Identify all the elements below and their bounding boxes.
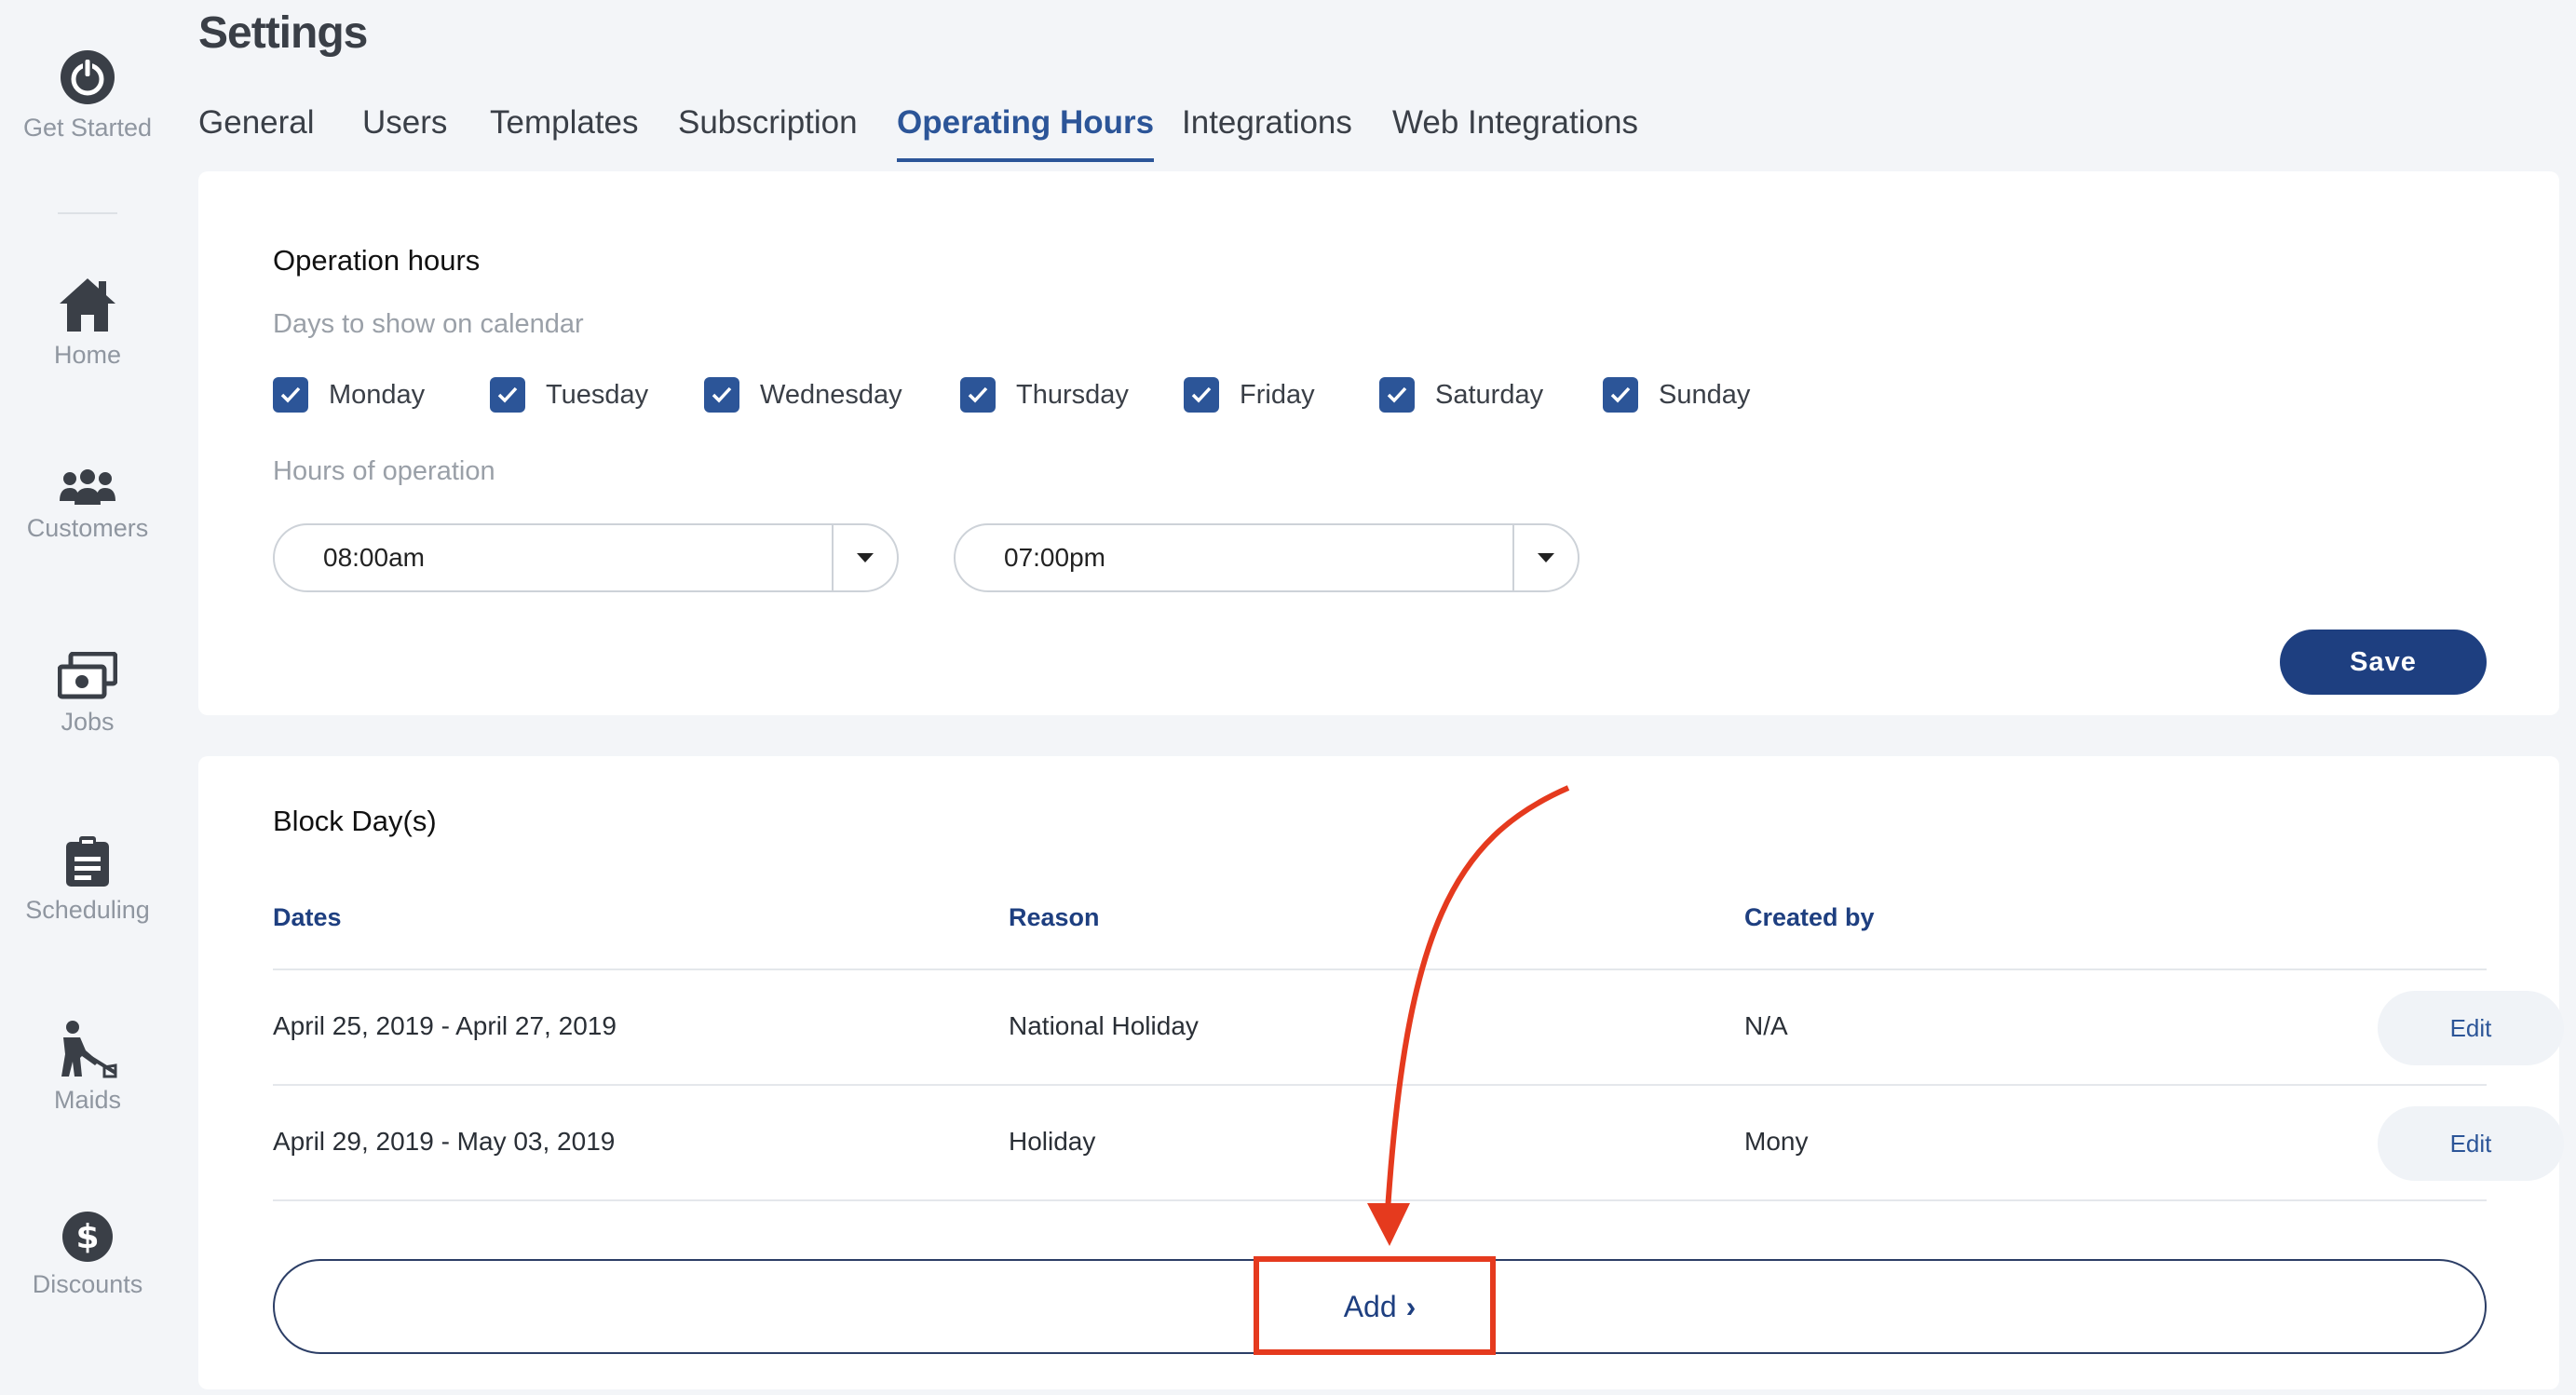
check-icon	[1387, 386, 1407, 403]
chevron-right-icon: ›	[1405, 1289, 1417, 1323]
tab-web-integrations[interactable]: Web Integrations	[1392, 104, 1638, 158]
tab-operating-hours[interactable]: Operating Hours	[897, 104, 1155, 162]
tab-users[interactable]: Users	[362, 104, 447, 158]
day-tuesday[interactable]: Tuesday	[490, 376, 648, 413]
row-reason: National Holiday	[1009, 1011, 1199, 1040]
checkbox-checked[interactable]	[1184, 377, 1219, 413]
check-icon	[280, 386, 301, 403]
sidebar-item-label: Get Started	[22, 114, 153, 142]
checkbox-checked[interactable]	[960, 377, 996, 413]
day-wednesday[interactable]: Wednesday	[704, 376, 902, 413]
start-time-value: 08:00am	[323, 543, 425, 572]
sidebar-item-get-started[interactable]: Get Started	[0, 48, 175, 142]
column-header-created-by: Created by	[1744, 903, 1875, 931]
day-sunday[interactable]: Sunday	[1603, 376, 1750, 413]
tab-subscription[interactable]: Subscription	[678, 104, 858, 158]
day-label: Friday	[1240, 379, 1315, 410]
sidebar-item-scheduling[interactable]: Scheduling	[0, 836, 175, 925]
save-button[interactable]: Save	[2280, 630, 2487, 695]
clipboard-icon	[66, 836, 109, 887]
caret-down-icon[interactable]	[832, 525, 897, 590]
column-header-dates: Dates	[273, 903, 342, 931]
block-days-title: Block Day(s)	[273, 805, 437, 837]
operation-hours-card: Operation hours Days to show on calendar…	[198, 171, 2559, 715]
sidebar-item-home[interactable]: Home	[0, 276, 175, 370]
tab-integrations[interactable]: Integrations	[1182, 104, 1352, 158]
tab-templates[interactable]: Templates	[490, 104, 639, 158]
check-icon	[497, 386, 518, 403]
start-time-select[interactable]: 08:00am	[273, 523, 899, 592]
day-label: Thursday	[1016, 379, 1129, 410]
hours-label: Hours of operation	[273, 456, 495, 486]
sidebar-item-label: Jobs	[61, 708, 115, 736]
add-label: Add	[1343, 1289, 1397, 1323]
checkbox-checked[interactable]	[273, 377, 308, 413]
sidebar-item-label: Maids	[53, 1086, 122, 1114]
page-title: Settings	[198, 8, 368, 58]
edit-button[interactable]: Edit	[2378, 1106, 2564, 1181]
sidebar-divider	[58, 212, 117, 214]
check-icon	[968, 386, 988, 403]
day-saturday[interactable]: Saturday	[1379, 376, 1543, 413]
sidebar-item-maids[interactable]: Maids	[0, 1021, 175, 1115]
sidebar-item-label: Customers	[26, 514, 149, 542]
check-icon	[1610, 386, 1631, 403]
add-block-day-button[interactable]: Add ›	[273, 1259, 2487, 1354]
day-thursday[interactable]: Thursday	[960, 376, 1129, 413]
svg-text:$: $	[75, 1218, 99, 1256]
edit-button[interactable]: Edit	[2378, 991, 2564, 1065]
block-days-card: Block Day(s) Dates Reason Created by Apr…	[198, 756, 2564, 1389]
day-label: Sunday	[1659, 379, 1751, 410]
operation-hours-title: Operation hours	[273, 244, 481, 277]
dollar-icon: $	[62, 1212, 113, 1262]
sidebar-item-label: Discounts	[32, 1270, 143, 1298]
sidebar-item-label: Home	[53, 341, 122, 369]
caret-down-icon[interactable]	[1512, 525, 1578, 590]
sidebar-item-label: Scheduling	[25, 896, 150, 924]
column-header-reason: Reason	[1009, 903, 1100, 931]
end-time-value: 07:00pm	[1004, 543, 1105, 572]
row-created-by: N/A	[1744, 1011, 1788, 1040]
day-label: Monday	[329, 379, 426, 410]
check-icon	[1191, 386, 1212, 403]
checkbox-checked[interactable]	[490, 377, 525, 413]
checkbox-checked[interactable]	[704, 377, 739, 413]
day-label: Saturday	[1435, 379, 1544, 410]
row-dates: April 29, 2019 - May 03, 2019	[273, 1127, 616, 1156]
row-divider	[273, 968, 2487, 970]
row-created-by: Mony	[1744, 1127, 1809, 1156]
checkbox-checked[interactable]	[1379, 377, 1415, 413]
tab-general[interactable]: General	[198, 104, 315, 158]
sidebar-item-jobs[interactable]: Jobs	[0, 652, 175, 737]
day-label: Tuesday	[546, 379, 649, 410]
row-dates: April 25, 2019 - April 27, 2019	[273, 1011, 617, 1040]
sidebar-item-discounts[interactable]: $ Discounts	[0, 1211, 175, 1299]
day-friday[interactable]: Friday	[1184, 376, 1315, 413]
row-divider	[273, 1084, 2487, 1086]
power-icon	[61, 50, 115, 104]
row-reason: Holiday	[1009, 1127, 1096, 1156]
checkbox-checked[interactable]	[1603, 377, 1638, 413]
row-divider	[273, 1199, 2487, 1201]
jobs-icon	[58, 652, 117, 699]
day-label: Wednesday	[760, 379, 902, 410]
home-icon	[60, 278, 115, 332]
maid-icon	[61, 1021, 117, 1078]
day-monday[interactable]: Monday	[273, 376, 425, 413]
sidebar: Get Started Home Customers Jobs Scheduli…	[0, 0, 175, 1395]
end-time-select[interactable]: 07:00pm	[954, 523, 1579, 592]
customers-icon	[60, 469, 115, 505]
check-icon	[712, 386, 732, 403]
sidebar-item-customers[interactable]: Customers	[0, 469, 175, 543]
days-label: Days to show on calendar	[273, 309, 584, 339]
